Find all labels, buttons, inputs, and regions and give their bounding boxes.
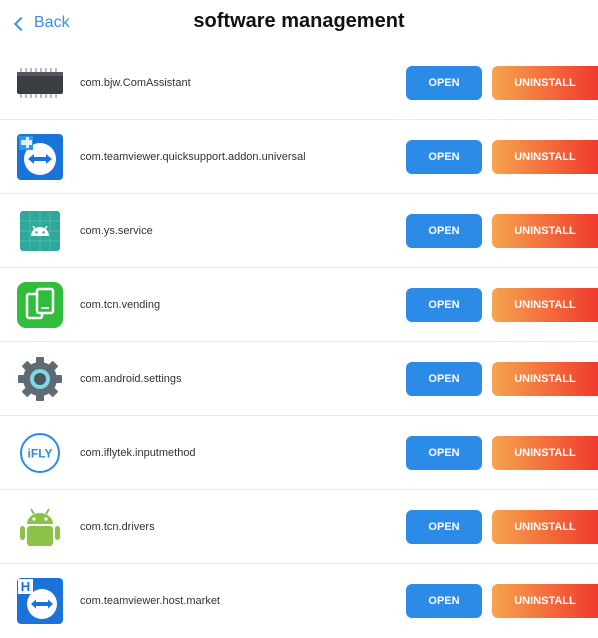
uninstall-button[interactable]: UNINSTALL [492, 435, 598, 470]
list-item: com.bjw.ComAssistant OPEN UNINSTALL [0, 46, 598, 120]
uninstall-button[interactable]: UNINSTALL [492, 287, 598, 322]
header: Back software management [0, 0, 598, 46]
teamviewer-host-icon: H [15, 576, 65, 626]
package-name: com.teamviewer.host.market [80, 595, 220, 607]
android-robot-icon [15, 502, 65, 552]
package-name: com.ys.service [80, 224, 153, 237]
uninstall-button[interactable]: UNINSTALL [492, 584, 598, 618]
ifly-icon: iFLY [15, 428, 65, 478]
open-button[interactable]: OPEN [406, 213, 482, 248]
teamviewer-host-badge: H [21, 579, 30, 594]
package-name: com.iflytek.inputmethod [80, 446, 196, 459]
chip-icon [15, 58, 65, 108]
open-button[interactable]: OPEN [406, 361, 482, 396]
list-item: com.tcn.drivers OPEN UNINSTALL [0, 490, 598, 564]
list-item: com.ys.service OPEN UNINSTALL [0, 194, 598, 268]
app-list: com.bjw.ComAssistant OPEN UNINSTALL com.… [0, 46, 598, 638]
list-item: iFLY com.iflytek.inputmethod OPEN UNINST… [0, 416, 598, 490]
package-name: com.tcn.drivers [80, 520, 155, 533]
open-button[interactable]: OPEN [406, 584, 482, 618]
list-item: com.android.settings OPEN UNINSTALL [0, 342, 598, 416]
package-name: com.tcn.vending [80, 298, 161, 311]
package-name: com.teamviewer.quicksupport.addon.univer… [80, 150, 306, 163]
android-service-icon [15, 206, 65, 256]
list-item: H com.teamviewer.host.market OPEN UNINST… [0, 564, 598, 638]
package-name: com.android.settings [80, 372, 182, 385]
open-button[interactable]: OPEN [406, 139, 482, 174]
uninstall-button[interactable]: UNINSTALL [492, 213, 598, 248]
ifly-icon-text: iFLY [28, 446, 53, 460]
uninstall-button[interactable]: UNINSTALL [492, 65, 598, 100]
vending-icon [15, 280, 65, 330]
open-button[interactable]: OPEN [406, 287, 482, 322]
list-item: com.tcn.vending OPEN UNINSTALL [0, 268, 598, 342]
open-button[interactable]: OPEN [406, 509, 482, 544]
open-button[interactable]: OPEN [406, 65, 482, 100]
open-button[interactable]: OPEN [406, 435, 482, 470]
uninstall-button[interactable]: UNINSTALL [492, 361, 598, 396]
settings-gear-icon [15, 354, 65, 404]
uninstall-button[interactable]: UNINSTALL [492, 509, 598, 544]
uninstall-button[interactable]: UNINSTALL [492, 139, 598, 174]
teamviewer-addon-icon [15, 132, 65, 182]
package-name: com.bjw.ComAssistant [80, 76, 191, 89]
list-item: com.teamviewer.quicksupport.addon.univer… [0, 120, 598, 194]
page-title: software management [193, 10, 405, 32]
